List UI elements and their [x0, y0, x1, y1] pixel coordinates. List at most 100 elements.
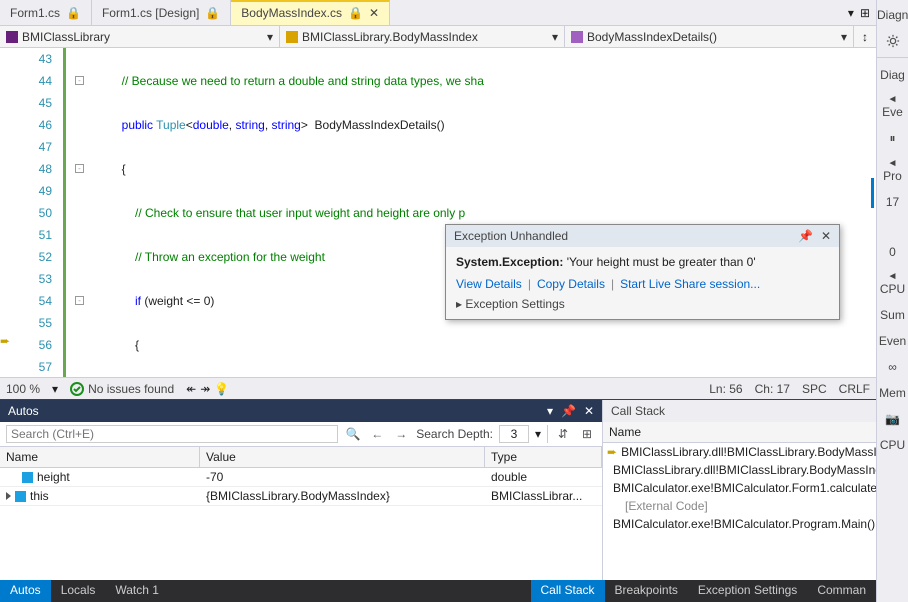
overview-marker: [871, 178, 874, 208]
stack-frame[interactable]: BMIClassLibrary.dll!BMIClassLibrary.Body…: [603, 461, 876, 479]
memory-label[interactable]: Mem: [877, 382, 908, 404]
callstack-panel-title: Call Stack: [611, 404, 665, 418]
current-line-arrow-icon: ➨: [0, 334, 10, 348]
check-icon: [70, 382, 84, 396]
code-editor[interactable]: ➨ 434445464748495051525354555657 - - - /…: [0, 48, 876, 377]
tab-overflow-icon[interactable]: ▾: [848, 6, 854, 20]
depth-value[interactable]: 3: [499, 425, 529, 443]
col-indicator[interactable]: Ch: 17: [755, 382, 790, 396]
zoom-chevron-icon[interactable]: ▾: [52, 382, 58, 396]
breakpoint-margin[interactable]: ➨: [0, 48, 14, 377]
exception-popup-title: Exception Unhandled: [454, 229, 568, 243]
search-prev-icon[interactable]: ←: [368, 425, 386, 443]
autos-grid-header: Name Value Type: [0, 447, 602, 468]
col-header-name[interactable]: Name: [603, 422, 876, 443]
variable-row[interactable]: this {BMIClassLibrary.BodyMassIndex} BMI…: [0, 487, 602, 506]
file-tab-form1-design[interactable]: Form1.cs [Design] 🔒: [92, 0, 231, 25]
toolbar-icon-1[interactable]: ⇵: [554, 425, 572, 443]
split-icon[interactable]: ↕: [854, 26, 876, 47]
pause-icon[interactable]: ⏸: [877, 127, 908, 150]
col-header-type[interactable]: Type: [485, 447, 602, 467]
autos-grid-body: height -70 double this {BMIClassLibrary.…: [0, 468, 602, 580]
tab-watch1[interactable]: Watch 1: [105, 580, 169, 602]
expand-icon[interactable]: [6, 492, 11, 500]
exception-settings-expander[interactable]: ▸ Exception Settings: [456, 297, 829, 311]
tab-autos[interactable]: Autos: [0, 580, 51, 602]
zoom-level[interactable]: 100 %: [6, 382, 40, 396]
tab-breakpoints[interactable]: Breakpoints: [605, 580, 688, 602]
solution-explorer-icon[interactable]: ⊞: [860, 6, 870, 20]
pin-icon[interactable]: 📌: [561, 404, 576, 418]
variable-row[interactable]: height -70 double: [0, 468, 602, 487]
file-tab-label: Form1.cs: [10, 6, 60, 20]
file-tab-form1-cs[interactable]: Form1.cs 🔒: [0, 0, 92, 25]
csharp-icon: [6, 31, 18, 43]
lock-icon: 🔒: [66, 6, 81, 20]
exception-type: System.Exception:: [456, 255, 563, 269]
live-share-link[interactable]: Start Live Share session...: [620, 277, 760, 291]
summary-label[interactable]: Sum: [877, 304, 908, 326]
class-combo[interactable]: BMIClassLibrary.BodyMassIndex ▾: [280, 26, 565, 47]
method-combo[interactable]: BodyMassIndexDetails() ▾: [565, 26, 854, 47]
outlining-margin[interactable]: - - -: [73, 48, 87, 377]
lightbulb-icon[interactable]: 💡: [214, 382, 229, 396]
current-frame-icon: ➨: [607, 445, 617, 459]
change-margin: [59, 48, 73, 377]
tab-callstack[interactable]: Call Stack: [531, 580, 605, 602]
next-issue-icon[interactable]: ↠: [200, 382, 210, 396]
tab-exception-settings[interactable]: Exception Settings: [688, 580, 807, 602]
events-label: ◄ Eve: [877, 90, 908, 123]
zero-label: 0: [877, 241, 908, 263]
diagnostics-label[interactable]: Diagn: [877, 4, 908, 26]
close-icon[interactable]: ✕: [584, 404, 594, 418]
col-header-name[interactable]: Name: [0, 447, 200, 467]
toolbar-icon-2[interactable]: ⊞: [578, 425, 596, 443]
chevron-down-icon: ▾: [552, 30, 558, 44]
diagnostics-strip: Diagn Diag ◄ Eve ⏸ ◄ Pro 17 0 ◄ CPU Sum …: [876, 0, 908, 602]
copy-details-link[interactable]: Copy Details: [537, 277, 605, 291]
file-tab-label: BodyMassIndex.cs: [241, 6, 342, 20]
diag-session-label[interactable]: Diag: [877, 64, 908, 86]
indent-mode[interactable]: SPC: [802, 382, 827, 396]
callstack-panel: Call Stack Name ➨BMIClassLibrary.dll!BMI…: [603, 400, 876, 580]
tab-command[interactable]: Comman: [807, 580, 876, 602]
prev-issue-icon[interactable]: ↞: [186, 382, 196, 396]
stack-frame[interactable]: BMICalculator.exe!BMICalculator.Form1.ca…: [603, 479, 876, 497]
cpu-label[interactable]: CPU: [877, 434, 908, 456]
line-numbers: 434445464748495051525354555657: [14, 48, 59, 377]
project-combo[interactable]: BMIClassLibrary ▾: [0, 26, 280, 47]
snapshot-icon[interactable]: 📷: [877, 408, 908, 430]
chevron-down-icon[interactable]: ▾: [535, 427, 541, 441]
search-icon[interactable]: 🔍: [344, 425, 362, 443]
panel-menu-icon[interactable]: ▾: [547, 404, 553, 418]
view-details-link[interactable]: View Details: [456, 277, 522, 291]
stack-frame-external[interactable]: [External Code]: [603, 497, 876, 515]
code-text[interactable]: // Because we need to return a double an…: [87, 48, 876, 377]
lock-icon: 🔒: [205, 6, 220, 20]
lock-icon: 🔒: [348, 6, 363, 20]
fold-toggle[interactable]: -: [75, 164, 84, 173]
stack-frame[interactable]: ➨BMIClassLibrary.dll!BMIClassLibrary.Bod…: [603, 443, 876, 461]
pin-icon[interactable]: 📌: [798, 229, 813, 243]
tab-locals[interactable]: Locals: [51, 580, 106, 602]
exception-message: 'Your height must be greater than 0': [563, 255, 755, 269]
events-icon[interactable]: ∞: [877, 356, 908, 378]
search-input[interactable]: [6, 425, 338, 443]
field-icon: [15, 491, 26, 502]
gear-icon[interactable]: [877, 30, 908, 58]
line-ending-mode[interactable]: CRLF: [839, 382, 870, 396]
fold-toggle[interactable]: -: [75, 76, 84, 85]
navigation-bar: BMIClassLibrary ▾ BMIClassLibrary.BodyMa…: [0, 26, 876, 48]
stack-frame[interactable]: BMICalculator.exe!BMICalculator.Program.…: [603, 515, 876, 533]
line-indicator[interactable]: Ln: 56: [709, 382, 742, 396]
search-next-icon[interactable]: →: [392, 425, 410, 443]
close-icon[interactable]: ✕: [369, 6, 379, 20]
close-icon[interactable]: ✕: [821, 229, 831, 243]
project-combo-label: BMIClassLibrary: [22, 30, 110, 44]
file-tab-bodymassindex[interactable]: BodyMassIndex.cs 🔒 ✕: [231, 0, 390, 25]
issues-status[interactable]: No issues found: [70, 382, 174, 396]
fold-toggle[interactable]: -: [75, 296, 84, 305]
class-icon: [286, 31, 298, 43]
col-header-value[interactable]: Value: [200, 447, 485, 467]
events-label-2[interactable]: Even: [877, 330, 908, 352]
